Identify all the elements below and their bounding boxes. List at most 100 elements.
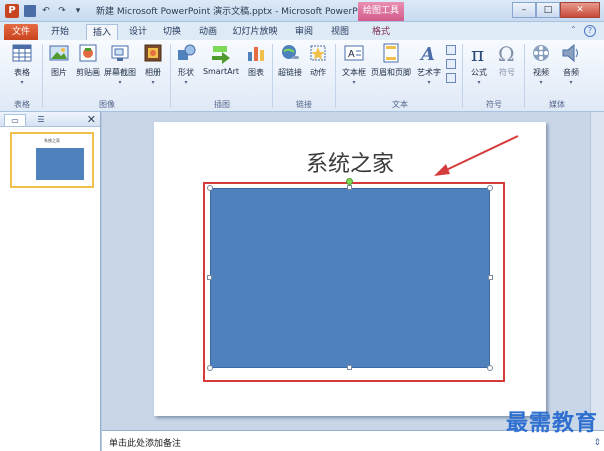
- vertical-scrollbar[interactable]: [590, 112, 604, 430]
- tab-transitions[interactable]: 切换: [158, 24, 186, 40]
- save-icon[interactable]: [24, 5, 36, 17]
- chevron-down-icon: ▾: [352, 79, 356, 86]
- undo-icon[interactable]: ↶: [40, 5, 52, 17]
- notes-placeholder: 单击此处添加备注: [109, 439, 182, 449]
- close-button[interactable]: ✕: [560, 2, 600, 18]
- drawing-tools-context-label: 绘图工具: [358, 2, 404, 21]
- header-footer-icon: [383, 43, 399, 63]
- watermark-text: 最需教育: [505, 410, 598, 436]
- chevron-down-icon: ▾: [539, 79, 543, 86]
- slide-thumbnail[interactable]: 系统之家: [10, 132, 94, 188]
- thumbnail-title: 系统之家: [44, 138, 60, 143]
- globe-link-icon: [282, 45, 299, 59]
- group-label-images: 图像: [99, 100, 115, 109]
- chevron-down-icon: ▾: [184, 79, 188, 86]
- group-label-illustrations: 插图: [214, 100, 230, 109]
- group-divider: [524, 44, 525, 108]
- annotation-arrow: [434, 135, 519, 176]
- omega-icon: Ω: [498, 42, 515, 64]
- slide-editor: 系统之家: [102, 112, 604, 430]
- table-icon: [12, 44, 32, 62]
- svg-text:A: A: [348, 49, 355, 60]
- chevron-down-icon: ▾: [151, 79, 155, 86]
- picture-icon: [49, 45, 69, 61]
- smartart-icon: [212, 46, 230, 64]
- textbox-icon: A: [344, 45, 364, 61]
- window-controls: – □ ✕: [512, 2, 600, 18]
- group-label-media: 媒体: [549, 100, 565, 109]
- outline-tab-icon[interactable]: ☰: [30, 114, 52, 126]
- maximize-button[interactable]: □: [536, 2, 560, 18]
- group-divider: [272, 44, 273, 108]
- tab-design[interactable]: 设计: [124, 24, 152, 40]
- workspace: ▭ ☰ ✕ 1 系统之家 系统之家: [0, 112, 604, 451]
- clipart-icon: [79, 44, 97, 62]
- shapes-icon: [178, 44, 196, 60]
- hyperlink-button[interactable]: 超链接: [276, 42, 304, 78]
- close-pane-icon[interactable]: ✕: [87, 113, 96, 126]
- group-label-symbols: 符号: [486, 100, 502, 109]
- pi-icon: π: [471, 42, 484, 64]
- redo-icon[interactable]: ↷: [56, 5, 68, 17]
- svg-text:Ω: Ω: [498, 42, 515, 64]
- group-divider: [462, 44, 463, 108]
- chevron-down-icon: ▾: [569, 79, 573, 86]
- action-star-icon: [310, 45, 326, 61]
- album-button[interactable]: 相册 ▾: [140, 42, 166, 86]
- help-icon[interactable]: ?: [584, 25, 596, 37]
- screenshot-icon: [111, 45, 129, 61]
- group-divider: [42, 44, 43, 108]
- picture-button[interactable]: 图片: [47, 42, 71, 78]
- group-label-text: 文本: [392, 100, 408, 109]
- chart-button[interactable]: 图表: [244, 42, 268, 78]
- clipart-button[interactable]: 剪贴画: [74, 42, 102, 78]
- screenshot-button[interactable]: 屏幕截图 ▾: [103, 42, 137, 86]
- slides-pane: ▭ ☰ ✕ 1 系统之家: [0, 112, 101, 451]
- group-divider: [335, 44, 336, 108]
- minimize-ribbon-icon[interactable]: ⌃: [570, 25, 580, 37]
- ribbon-insert-panel: 表格 ▾ 表格 图片 剪贴画 屏幕截图 ▾ 相册 ▾ 图像 形状 ▾ Smart…: [0, 40, 604, 112]
- slide-canvas[interactable]: 系统之家: [154, 122, 546, 416]
- action-button[interactable]: 动作: [306, 42, 330, 78]
- tab-home[interactable]: 开始: [46, 24, 74, 40]
- tab-slideshow[interactable]: 幻灯片放映: [230, 24, 280, 40]
- audio-button[interactable]: 音频 ▾: [558, 42, 584, 86]
- group-divider: [170, 44, 171, 108]
- svg-text:π: π: [471, 42, 484, 64]
- table-button[interactable]: 表格 ▾: [8, 42, 36, 86]
- thumbnail-shape: [36, 148, 84, 180]
- tab-format[interactable]: 格式: [366, 24, 396, 40]
- chart-icon: [248, 47, 264, 61]
- powerpoint-logo-icon[interactable]: P: [5, 4, 19, 18]
- title-bar: P ↶ ↷ ▾ 新建 Microsoft PowerPoint 演示文稿.ppt…: [0, 0, 604, 22]
- chevron-down-icon: ▾: [20, 79, 24, 86]
- shapes-button[interactable]: 形状 ▾: [174, 42, 198, 86]
- window-title: 新建 Microsoft PowerPoint 演示文稿.pptx - Micr…: [96, 7, 372, 17]
- quick-access-toolbar: ↶ ↷ ▾: [24, 4, 84, 18]
- wordart-icon: A: [419, 44, 435, 64]
- photo-album-icon: [144, 44, 162, 62]
- speaker-icon: [562, 43, 578, 63]
- notes-resize-icon[interactable]: ⇕: [593, 438, 601, 448]
- tab-review[interactable]: 审阅: [290, 24, 318, 40]
- tab-file[interactable]: 文件: [4, 24, 38, 40]
- tab-insert[interactable]: 插入: [86, 24, 118, 40]
- wordart-button[interactable]: A 艺术字 ▾: [415, 42, 443, 86]
- video-button[interactable]: 视频 ▾: [528, 42, 554, 86]
- slides-tab-icon[interactable]: ▭: [4, 114, 26, 126]
- object-icon[interactable]: [446, 73, 456, 83]
- customize-qat-icon[interactable]: ▾: [72, 5, 84, 17]
- slide-number-icon[interactable]: [446, 59, 456, 69]
- date-time-icon[interactable]: [446, 45, 456, 55]
- chevron-down-icon: ▾: [477, 79, 481, 86]
- group-label-tables: 表格: [14, 100, 30, 109]
- equation-button[interactable]: π 公式 ▾: [466, 42, 492, 86]
- smartart-button[interactable]: SmartArt: [202, 42, 240, 76]
- symbol-button[interactable]: Ω 符号: [494, 42, 520, 78]
- header-footer-button[interactable]: 页眉和页脚: [369, 42, 413, 78]
- minimize-button[interactable]: –: [512, 2, 536, 18]
- textbox-button[interactable]: A 文本框 ▾: [340, 42, 368, 86]
- tab-animations[interactable]: 动画: [194, 24, 222, 40]
- tab-view[interactable]: 视图: [326, 24, 354, 40]
- svg-text:A: A: [419, 44, 435, 64]
